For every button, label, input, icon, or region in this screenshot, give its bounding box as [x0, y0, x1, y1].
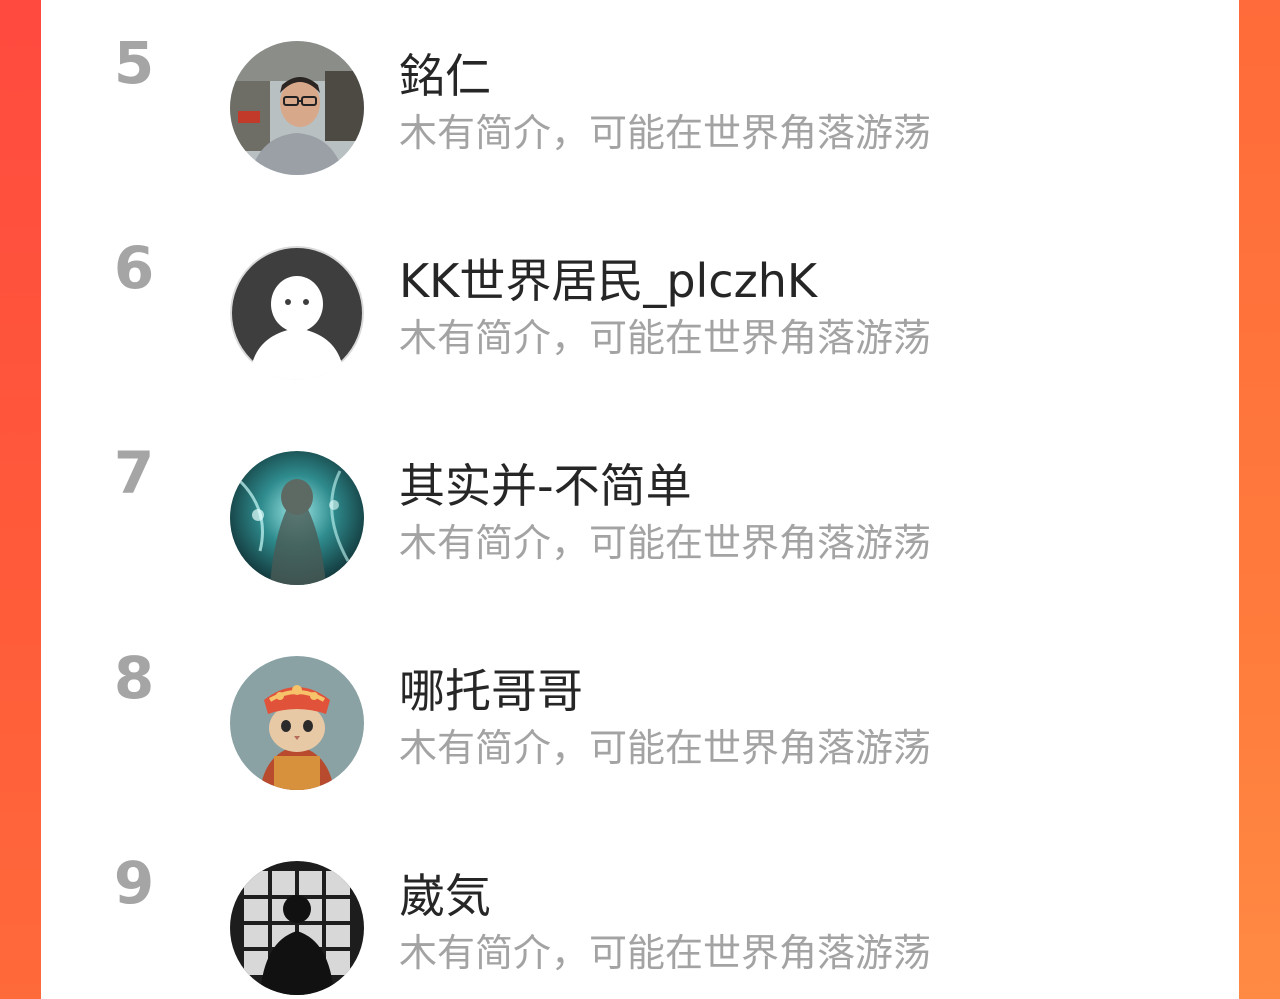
user-bio: 木有简介，可能在世界角落游荡: [399, 521, 932, 565]
default-user-avatar[interactable]: [230, 246, 364, 380]
background-edge-right: [1238, 0, 1280, 999]
rank-number: 5: [113, 29, 155, 97]
user-bio: 木有简介，可能在世界角落游荡: [399, 726, 932, 770]
rank-number: 7: [113, 439, 155, 507]
user-name[interactable]: KK世界居民_plczhK: [399, 251, 817, 311]
person-photo-avatar[interactable]: [230, 41, 364, 175]
silhouette-window-avatar[interactable]: [230, 861, 364, 995]
user-name[interactable]: 哪托哥哥: [399, 661, 583, 721]
ranking-panel: 5 銘仁 木有简介，可能在世界角落游荡 6 KK世界居民_plczhK 木有简介…: [41, 0, 1239, 999]
user-name[interactable]: 其实并-不简单: [399, 456, 692, 516]
cat-costume-avatar[interactable]: [230, 656, 364, 790]
ranking-row[interactable]: 6 KK世界居民_plczhK 木有简介，可能在世界角落游荡: [41, 199, 1239, 404]
rank-number: 8: [113, 644, 155, 712]
user-bio: 木有简介，可能在世界角落游荡: [399, 316, 932, 360]
ranking-row[interactable]: 8 哪托哥哥 木有简介，可能在世界角落游荡: [41, 609, 1239, 814]
ranking-row[interactable]: 9 崴気 木有简介，可能在世界角落游荡: [41, 814, 1239, 999]
user-bio: 木有简介，可能在世界角落游荡: [399, 931, 932, 975]
ranking-row[interactable]: 7 其实并-不简单 木有简介，可能在世界角落游荡: [41, 404, 1239, 609]
user-name[interactable]: 崴気: [399, 866, 491, 926]
user-bio: 木有简介，可能在世界角落游荡: [399, 111, 932, 155]
ranking-row[interactable]: 5 銘仁 木有简介，可能在世界角落游荡: [41, 0, 1239, 199]
teal-art-avatar[interactable]: [230, 451, 364, 585]
rank-number: 6: [113, 234, 155, 302]
rank-number: 9: [113, 849, 155, 917]
user-name[interactable]: 銘仁: [399, 46, 491, 106]
